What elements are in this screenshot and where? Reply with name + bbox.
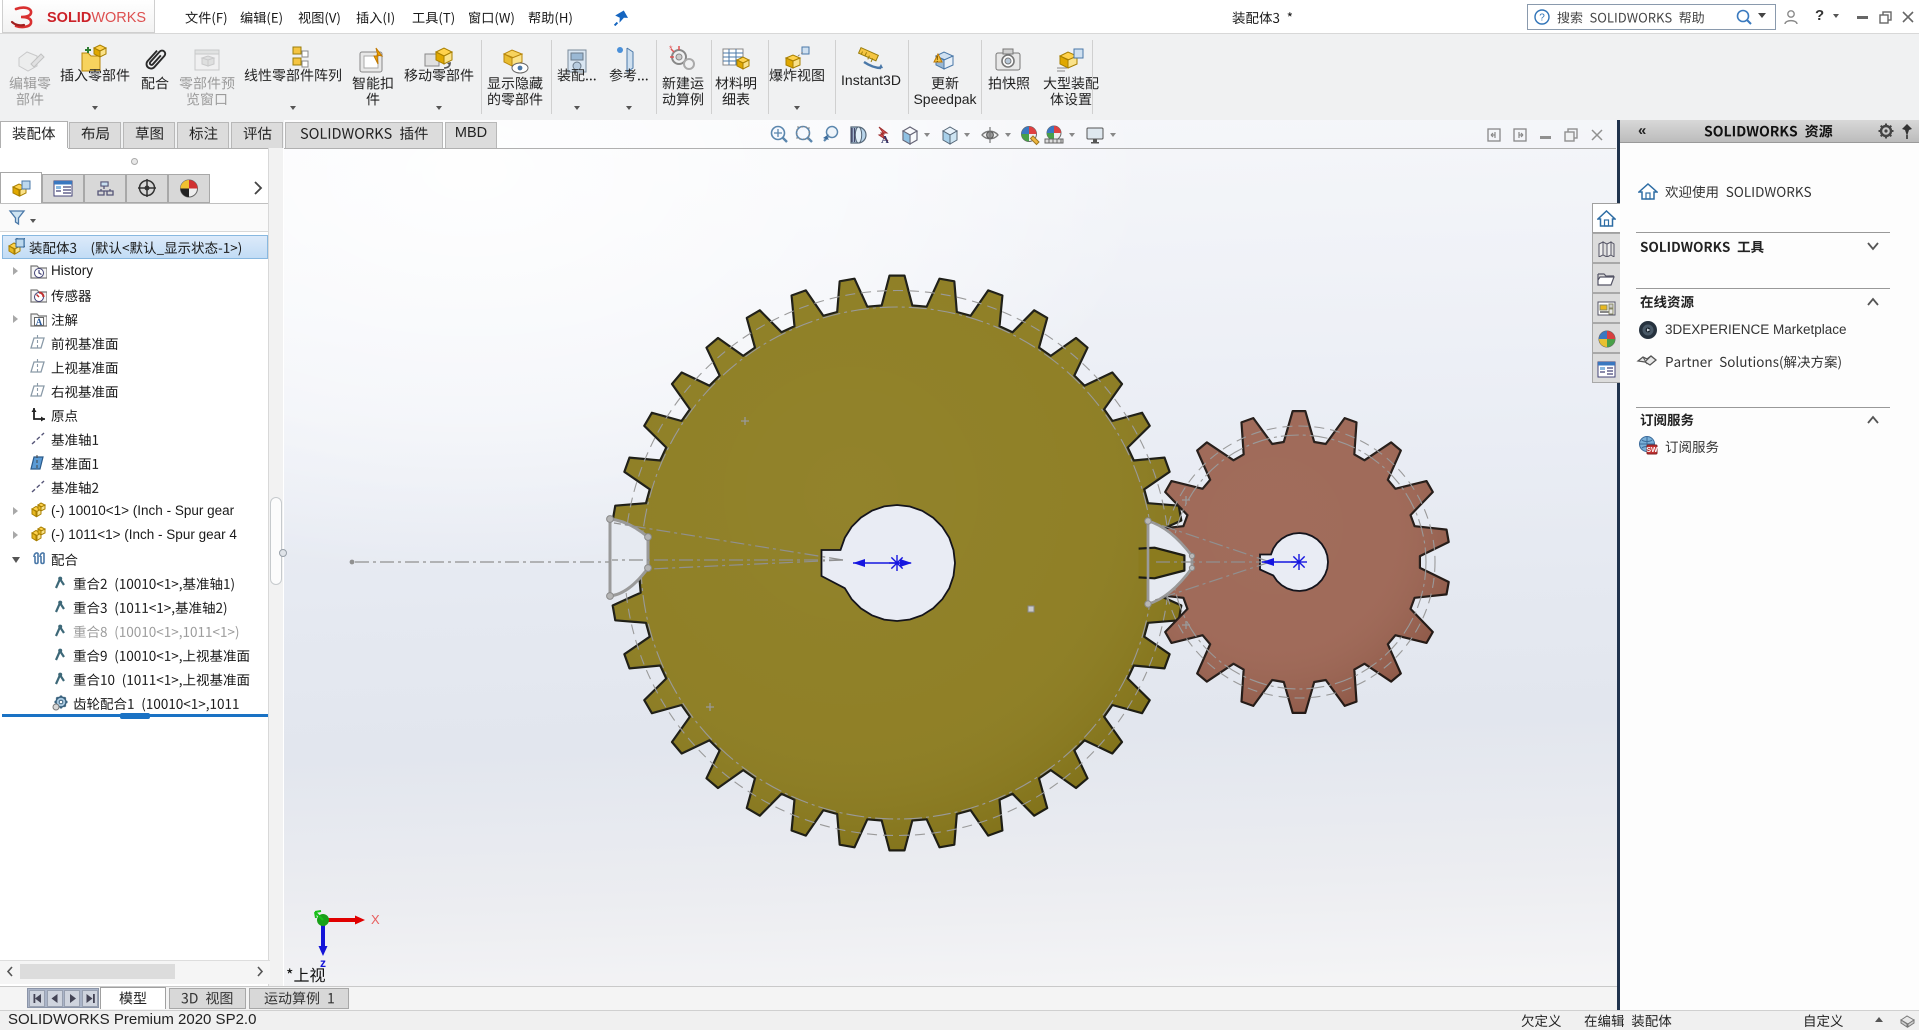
svg-text:!: ! <box>936 55 939 64</box>
svg-text:?: ? <box>1539 13 1545 24</box>
svg-text:SW: SW <box>1646 447 1658 454</box>
svg-text:*: * <box>669 44 673 54</box>
svg-text:A: A <box>36 317 43 327</box>
svg-text:X: X <box>371 912 380 927</box>
